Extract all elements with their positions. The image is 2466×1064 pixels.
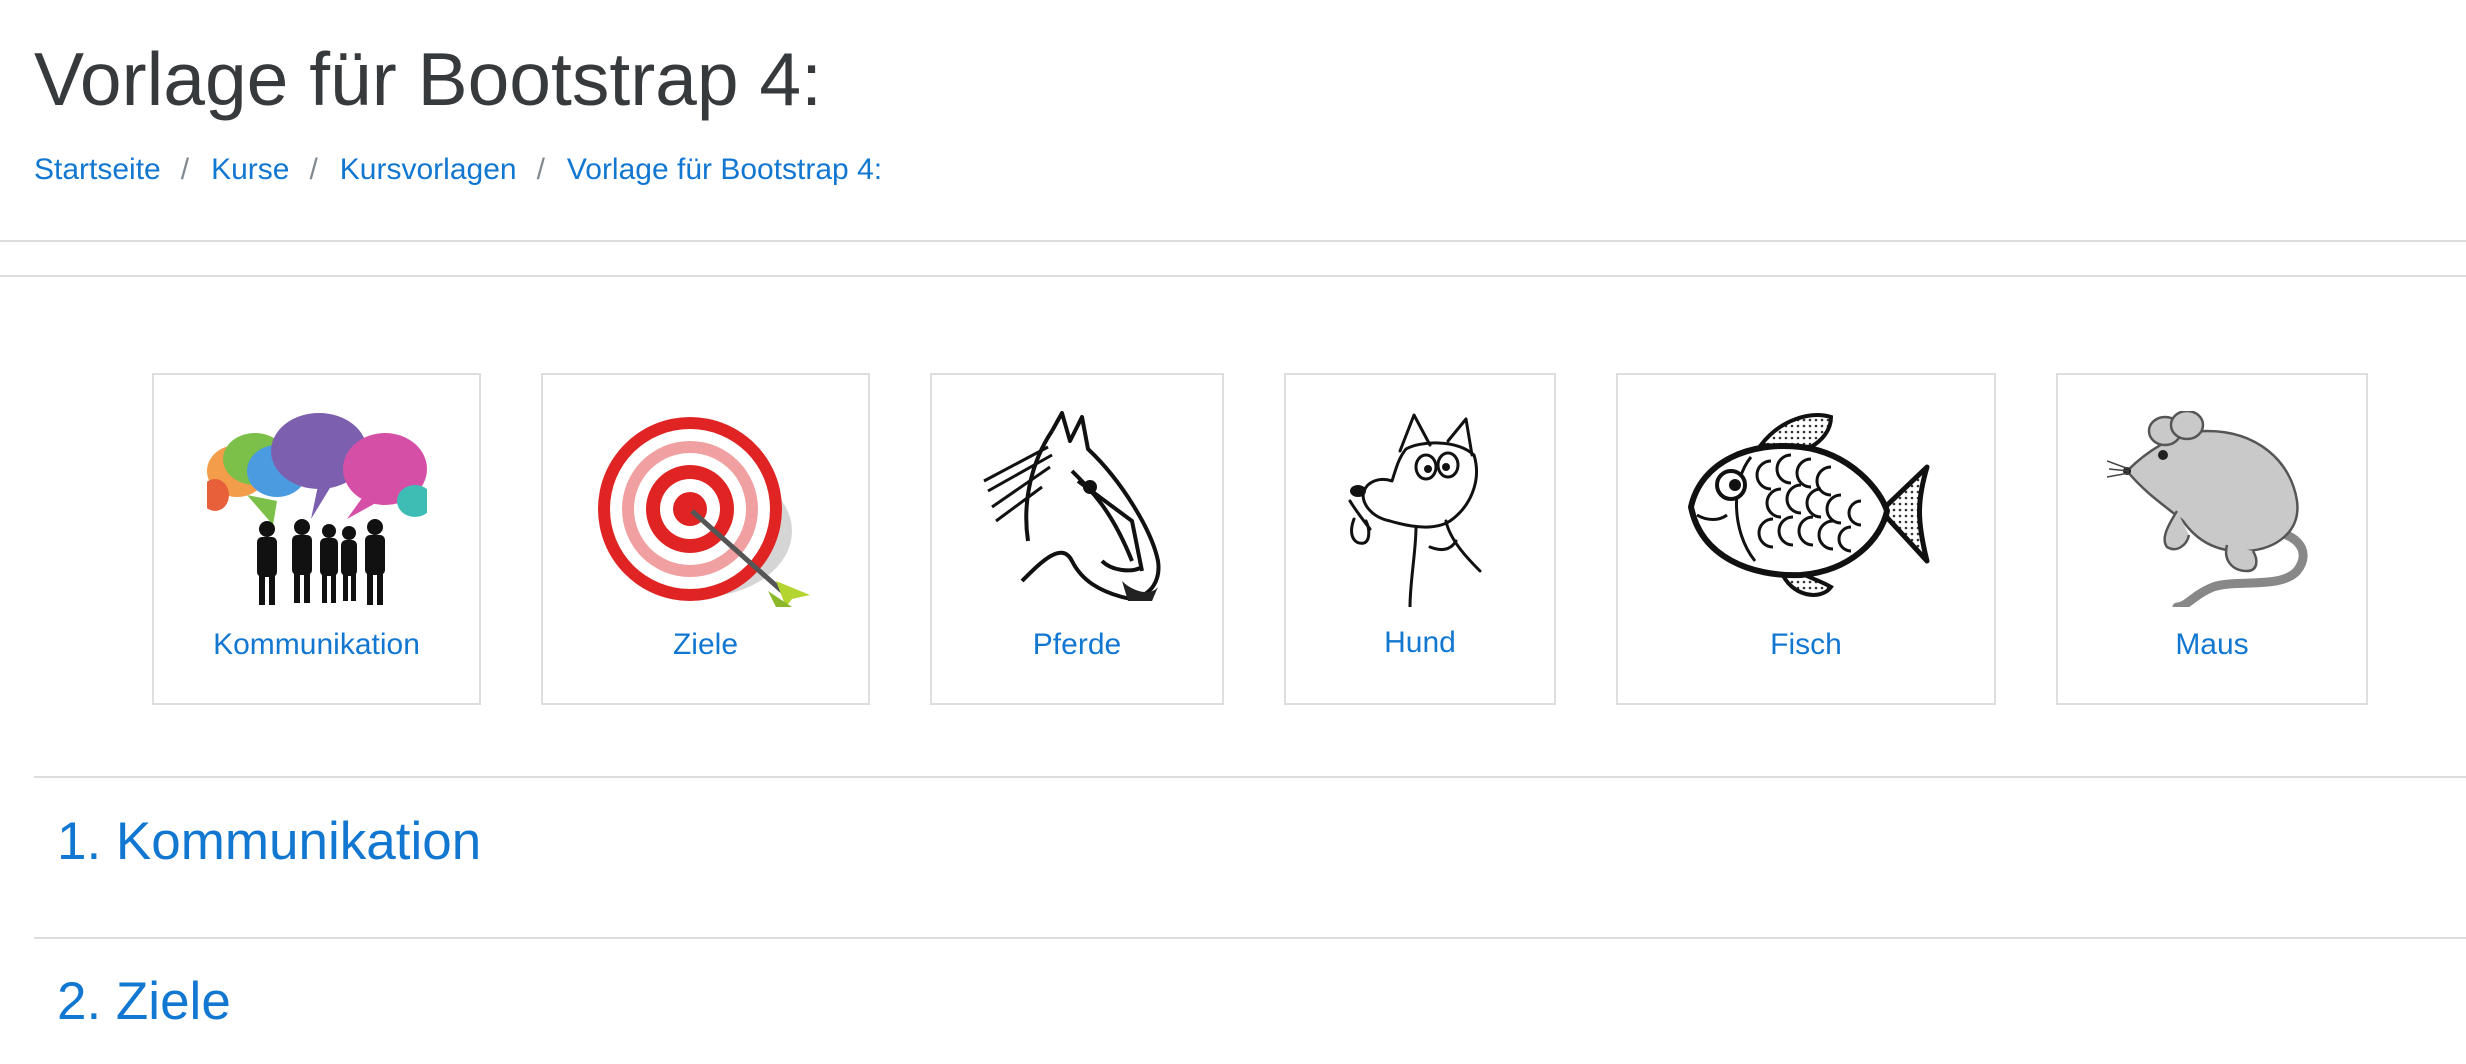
divider: [0, 240, 2466, 242]
divider: [34, 776, 2466, 778]
mouse-icon: [2107, 411, 2308, 607]
section-title-kommunikation[interactable]: 1. Kommunikation: [57, 810, 481, 874]
breadcrumb-separator: /: [180, 153, 190, 186]
page-title: Vorlage für Bootstrap 4:: [34, 37, 822, 121]
communication-people-icon: [206, 413, 427, 605]
tile-label: Ziele: [672, 628, 739, 661]
tile-label: Fisch: [1770, 628, 1842, 661]
section-title-ziele[interactable]: 2. Ziele: [57, 970, 231, 1034]
breadcrumb-item-current[interactable]: Vorlage für Bootstrap 4:: [567, 150, 882, 190]
tile-pferde[interactable]: Pferde: [930, 373, 1224, 705]
tile-kommunikation[interactable]: Kommunikation: [152, 373, 481, 705]
tile-maus[interactable]: Maus: [2056, 373, 2368, 705]
tile-label: Hund: [1384, 626, 1456, 659]
tile-label: Maus: [2175, 628, 2249, 661]
dog-icon: [1348, 413, 1482, 607]
tile-label: Pferde: [1032, 628, 1122, 661]
breadcrumb-item-startseite[interactable]: Startseite: [34, 150, 161, 190]
breadcrumb-item-kursvorlagen[interactable]: Kursvorlagen: [340, 150, 517, 190]
breadcrumb: Startseite / Kurse / Kursvorlagen / Vorl…: [34, 150, 882, 190]
breadcrumb-separator: /: [309, 153, 318, 186]
tile-fisch[interactable]: Fisch: [1616, 373, 1996, 705]
horse-icon: [983, 411, 1161, 601]
divider: [0, 275, 2466, 277]
tile-ziele[interactable]: Ziele: [541, 373, 870, 705]
target-icon: [597, 417, 810, 607]
divider: [34, 937, 2466, 939]
breadcrumb-item-kurse[interactable]: Kurse: [211, 150, 289, 190]
tile-hund[interactable]: Hund: [1284, 373, 1556, 705]
tile-label: Kommunikation: [213, 628, 420, 661]
breadcrumb-separator: /: [536, 153, 545, 186]
fish-icon: [1687, 413, 1930, 597]
